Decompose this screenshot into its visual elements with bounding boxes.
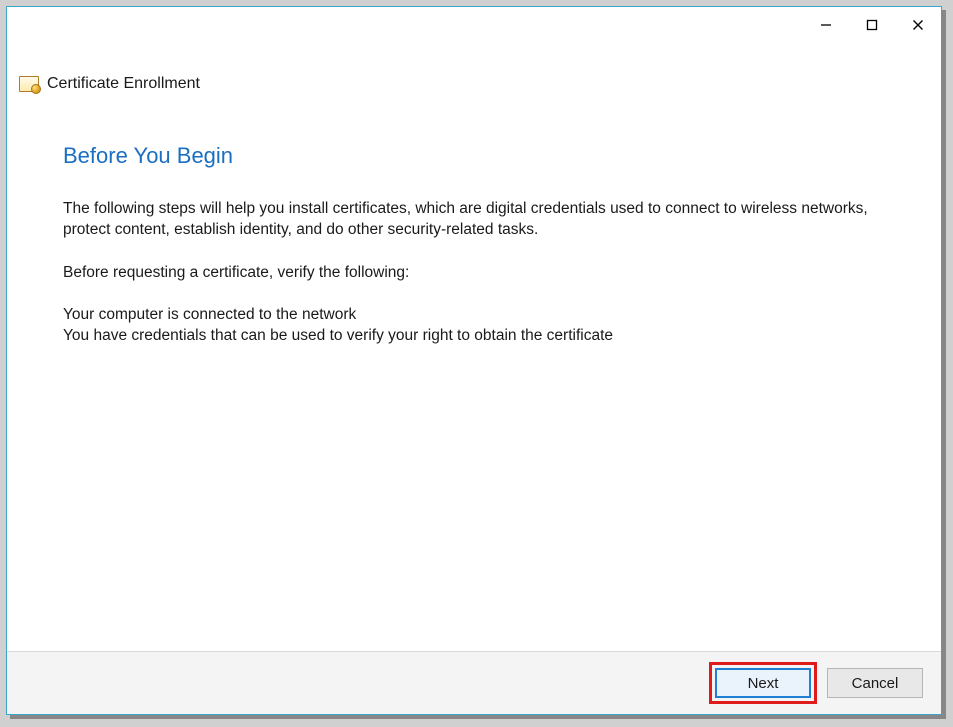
prereq-item-credentials: You have credentials that can be used to… [63,326,887,347]
close-icon [912,19,924,31]
cancel-button[interactable]: Cancel [827,668,923,698]
titlebar [7,7,941,51]
prereq-item-network: Your computer is connected to the networ… [63,305,887,326]
wizard-footer: Next Cancel [7,651,941,714]
window-controls [803,7,941,41]
close-button[interactable] [895,9,941,41]
next-button[interactable]: Next [715,668,811,698]
certificate-icon [19,76,39,92]
intro-text: The following steps will help you instal… [63,199,887,241]
wizard-content: Before You Begin The following steps wil… [7,93,941,651]
wizard-header: Certificate Enrollment [7,75,941,93]
page-heading: Before You Begin [63,141,887,171]
minimize-icon [820,19,832,31]
maximize-icon [866,19,878,31]
next-button-highlight: Next [709,662,817,704]
maximize-button[interactable] [849,9,895,41]
verify-prompt: Before requesting a certificate, verify … [63,263,887,284]
wizard-title: Certificate Enrollment [47,75,200,93]
prereq-list: Your computer is connected to the networ… [63,305,887,347]
minimize-button[interactable] [803,9,849,41]
wizard-window: Certificate Enrollment Before You Begin … [6,6,942,715]
